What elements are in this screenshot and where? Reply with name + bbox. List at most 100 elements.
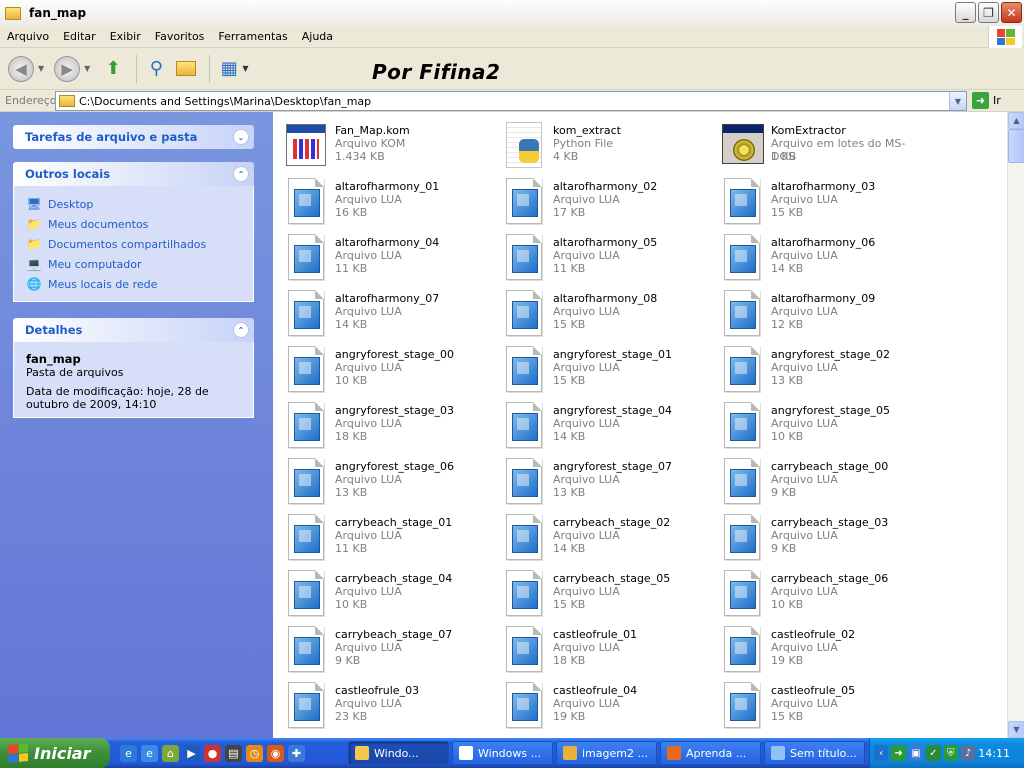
address-dropdown-button[interactable]: ▼ xyxy=(949,92,966,110)
file-item[interactable]: carrybeach_stage_03 Arquivo LUA 9 KB xyxy=(714,508,924,560)
file-item[interactable]: carrybeach_stage_07 Arquivo LUA 9 KB xyxy=(278,620,488,672)
forward-dropdown-icon[interactable]: ▼ xyxy=(84,64,90,73)
file-item[interactable]: carrybeach_stage_05 Arquivo LUA 15 KB xyxy=(496,564,706,616)
details-panel-header[interactable]: Detalhes ⌃ xyxy=(13,318,254,342)
file-item[interactable]: altarofharmony_09 Arquivo LUA 12 KB xyxy=(714,284,924,336)
taskbar-item-paint[interactable]: Sem título... xyxy=(764,741,865,765)
start-button[interactable]: Iniciar xyxy=(0,738,110,768)
tray-expand-icon[interactable]: ‹ xyxy=(874,745,889,761)
ie-icon[interactable]: e xyxy=(120,744,137,762)
file-item[interactable]: altarofharmony_04 Arquivo LUA 11 KB xyxy=(278,228,488,280)
vertical-scrollbar[interactable]: ▲ ▼ xyxy=(1007,112,1024,738)
tray-app-icon[interactable]: ✓ xyxy=(926,745,941,761)
back-dropdown-icon[interactable]: ▼ xyxy=(38,64,44,73)
file-item[interactable]: altarofharmony_06 Arquivo LUA 14 KB xyxy=(714,228,924,280)
menu-ajuda[interactable]: Ajuda xyxy=(295,30,340,43)
file-item[interactable]: carrybeach_stage_02 Arquivo LUA 14 KB xyxy=(496,508,706,560)
menu-editar[interactable]: Editar xyxy=(56,30,103,43)
scroll-up-button[interactable]: ▲ xyxy=(1008,112,1024,129)
lua-file-icon xyxy=(504,402,544,448)
place-my-computer[interactable]: 💻 Meu computador xyxy=(26,254,241,274)
scroll-down-button[interactable]: ▼ xyxy=(1008,721,1024,738)
file-type: Arquivo LUA xyxy=(553,193,620,206)
back-button[interactable]: ◀ xyxy=(8,52,34,86)
taskbar-item-windows-media[interactable]: Windows ... xyxy=(452,741,553,765)
places-panel-header[interactable]: Outros locais ⌃ xyxy=(13,162,254,186)
expand-chevron-icon[interactable]: ⌄ xyxy=(233,129,249,145)
file-name: angryforest_stage_02 xyxy=(771,348,890,361)
file-item[interactable]: altarofharmony_05 Arquivo LUA 11 KB xyxy=(496,228,706,280)
file-size: 10 KB xyxy=(771,430,804,443)
tray-volume-icon[interactable]: ♪ xyxy=(960,745,976,761)
scroll-thumb[interactable] xyxy=(1008,129,1024,163)
app-icon[interactable]: ● xyxy=(204,744,221,762)
file-name: castleofrule_02 xyxy=(771,628,856,641)
file-item[interactable]: castleofrule_04 Arquivo LUA 19 KB xyxy=(496,676,706,728)
app-icon[interactable]: ▤ xyxy=(225,744,242,762)
ie-icon[interactable]: e xyxy=(141,744,158,762)
file-item[interactable]: altarofharmony_08 Arquivo LUA 15 KB xyxy=(496,284,706,336)
file-item[interactable]: altarofharmony_03 Arquivo LUA 15 KB xyxy=(714,172,924,224)
file-item[interactable]: carrybeach_stage_00 Arquivo LUA 9 KB xyxy=(714,452,924,504)
file-item[interactable]: carrybeach_stage_06 Arquivo LUA 10 KB xyxy=(714,564,924,616)
tray-app-icon[interactable]: ➜ xyxy=(891,745,906,761)
menu-ferramentas[interactable]: Ferramentas xyxy=(211,30,294,43)
tray-network-icon[interactable]: ▣ xyxy=(908,745,924,761)
file-item[interactable]: angryforest_stage_01 Arquivo LUA 15 KB xyxy=(496,340,706,392)
views-grid-icon: ▦ xyxy=(220,58,238,79)
file-type: Python File xyxy=(553,137,614,150)
file-item[interactable]: altarofharmony_07 Arquivo LUA 14 KB xyxy=(278,284,488,336)
file-item[interactable]: castleofrule_02 Arquivo LUA 19 KB xyxy=(714,620,924,672)
file-item[interactable]: castleofrule_03 Arquivo LUA 23 KB xyxy=(278,676,488,728)
app-icon[interactable]: ✚ xyxy=(288,744,305,762)
place-my-documents[interactable]: 📁 Meus documentos xyxy=(26,214,241,234)
collapse-chevron-icon[interactable]: ⌃ xyxy=(233,166,249,182)
file-item[interactable]: altarofharmony_02 Arquivo LUA 17 KB xyxy=(496,172,706,224)
file-item[interactable]: angryforest_stage_02 Arquivo LUA 13 KB xyxy=(714,340,924,392)
up-folder-button[interactable]: ⬆ xyxy=(100,52,126,86)
close-button[interactable]: ✕ xyxy=(1001,2,1022,23)
collapse-chevron-icon[interactable]: ⌃ xyxy=(233,322,249,338)
maximize-button[interactable]: ❐ xyxy=(978,2,999,23)
file-type: Arquivo LUA xyxy=(553,473,620,486)
file-item[interactable]: angryforest_stage_03 Arquivo LUA 18 KB xyxy=(278,396,488,448)
views-button[interactable]: ▦ ▼ xyxy=(216,52,249,86)
file-item[interactable]: carrybeach_stage_01 Arquivo LUA 11 KB xyxy=(278,508,488,560)
taskbar-item-firefox[interactable]: Aprenda ... xyxy=(660,741,761,765)
place-network[interactable]: 🌐 Meus locais de rede xyxy=(26,274,241,294)
clock-icon[interactable]: ◷ xyxy=(246,744,263,762)
file-item[interactable]: altarofharmony_01 Arquivo LUA 16 KB xyxy=(278,172,488,224)
file-item[interactable]: kom_extract Python File 4 KB xyxy=(496,116,706,168)
tasks-panel-header[interactable]: Tarefas de arquivo e pasta ⌄ xyxy=(13,125,254,149)
network-icon[interactable]: ⌂ xyxy=(162,744,179,762)
menu-arquivo[interactable]: Arquivo xyxy=(0,30,56,43)
file-item[interactable]: angryforest_stage_05 Arquivo LUA 10 KB xyxy=(714,396,924,448)
lua-file-icon xyxy=(722,234,762,280)
forward-button[interactable]: ▶ xyxy=(54,52,81,86)
file-item[interactable]: castleofrule_05 Arquivo LUA 15 KB xyxy=(714,676,924,728)
lua-file-icon xyxy=(504,458,544,504)
file-item[interactable]: carrybeach_stage_04 Arquivo LUA 10 KB xyxy=(278,564,488,616)
folders-button[interactable] xyxy=(173,52,199,86)
file-item[interactable]: angryforest_stage_04 Arquivo LUA 14 KB xyxy=(496,396,706,448)
menu-favoritos[interactable]: Favoritos xyxy=(148,30,212,43)
file-item[interactable]: castleofrule_01 Arquivo LUA 18 KB xyxy=(496,620,706,672)
media-player-icon[interactable]: ▶ xyxy=(183,744,200,762)
place-desktop[interactable]: 🖥 Desktop xyxy=(26,194,241,214)
file-item[interactable]: Fan_Map.kom Arquivo KOM 1.434 KB xyxy=(278,116,488,166)
file-item[interactable]: KomExtractor Arquivo em lotes do MS-DOS 1 … xyxy=(714,116,924,166)
go-button[interactable]: ➜ Ir xyxy=(972,92,1001,109)
file-size: 10 KB xyxy=(335,374,368,387)
taskbar-item-explorer[interactable]: Windo... xyxy=(348,741,449,765)
address-field[interactable]: C:\Documents and Settings\Marina\Desktop… xyxy=(55,91,967,111)
file-item[interactable]: angryforest_stage_00 Arquivo LUA 10 KB xyxy=(278,340,488,392)
tray-security-icon[interactable]: ⛨ xyxy=(943,745,958,761)
file-item[interactable]: angryforest_stage_06 Arquivo LUA 13 KB xyxy=(278,452,488,504)
menu-exibir[interactable]: Exibir xyxy=(103,30,148,43)
minimize-button[interactable]: _ xyxy=(955,2,976,23)
firefox-icon[interactable]: ◉ xyxy=(267,744,284,762)
search-button[interactable]: ⚲ xyxy=(143,52,169,86)
taskbar-item-image[interactable]: imagem2 ... xyxy=(556,741,657,765)
place-shared-documents[interactable]: 📁 Documentos compartilhados xyxy=(26,234,241,254)
file-item[interactable]: angryforest_stage_07 Arquivo LUA 13 KB xyxy=(496,452,706,504)
